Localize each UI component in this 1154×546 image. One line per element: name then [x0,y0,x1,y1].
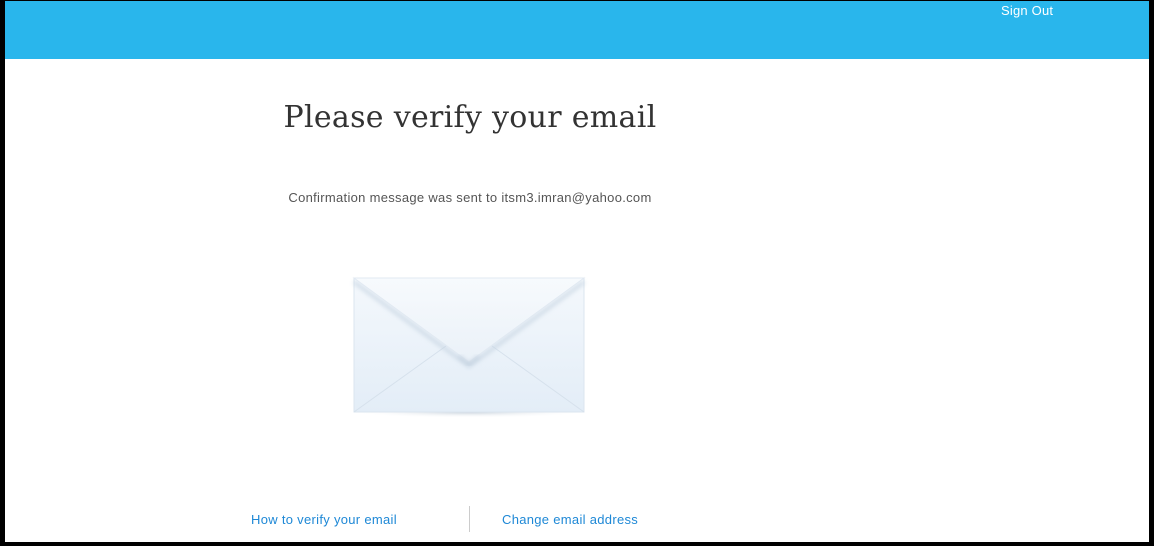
page-title: Please verify your email [283,100,657,135]
footer-links: How to verify your email Change email ad… [0,506,1154,532]
sign-out-link[interactable]: Sign Out [1001,3,1053,18]
envelope-icon [346,274,592,426]
top-header-bar: Sign Out [0,0,1154,59]
how-to-verify-link[interactable]: How to verify your email [251,512,397,527]
link-divider [469,506,470,532]
change-email-link[interactable]: Change email address [502,512,638,527]
screenshot-frame [0,0,1154,546]
confirmation-message: Confirmation message was sent to itsm3.i… [288,190,652,205]
